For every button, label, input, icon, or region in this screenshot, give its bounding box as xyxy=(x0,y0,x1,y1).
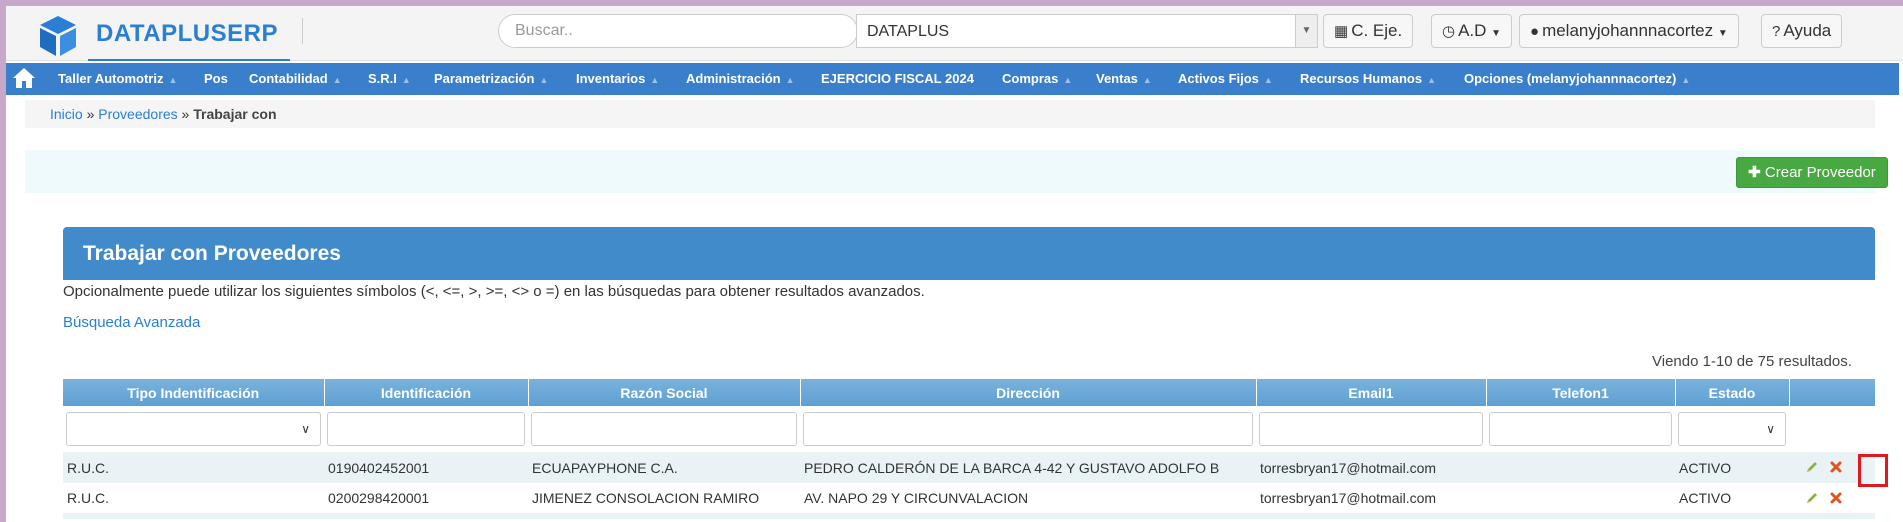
panel-title: Trabajar con Proveedores xyxy=(83,242,341,265)
nav-item-recursos-humanos[interactable]: Recursos Humanos ▲ xyxy=(1300,71,1436,86)
main-menu: Taller Automotriz ▲ Pos Contabilidad ▲ S.R… xyxy=(6,63,1899,95)
chevron-down-icon[interactable]: ▼ xyxy=(1295,15,1317,47)
panel-header: Trabajar con Proveedores xyxy=(63,227,1875,280)
help-label: Ayuda xyxy=(1783,21,1832,40)
column-header-telefono[interactable]: Telefon1 xyxy=(1486,379,1676,406)
filter-direccion-input[interactable] xyxy=(803,412,1253,446)
action-bar: ✚ Crear Proveedor xyxy=(25,150,1888,193)
company-select-value: DATAPLUS xyxy=(867,23,950,40)
brand-underline xyxy=(88,59,290,61)
suppliers-table: Tipo Indentificación Identificación Razó… xyxy=(63,379,1876,519)
chevron-down-icon: ∨ xyxy=(301,422,310,436)
brand-name[interactable]: DATAPLUSERP xyxy=(96,20,278,48)
create-supplier-button[interactable]: ✚ Crear Proveedor xyxy=(1736,157,1888,188)
table-row: R.U.C. 0200298420001 JIMENEZ CONSOLACION… xyxy=(63,483,1875,513)
filter-tipo-select[interactable]: ∨ xyxy=(66,412,321,446)
fiscal-year-label: C. Eje. xyxy=(1351,21,1403,40)
filter-empty-cell xyxy=(1789,406,1875,452)
table-header-row: Tipo Indentificación Identificación Razó… xyxy=(63,379,1876,406)
breadcrumb-section-link[interactable]: Proveedores xyxy=(98,106,177,122)
filter-row: ∨ ∨ xyxy=(63,406,1875,452)
breadcrumb-separator: » xyxy=(181,106,194,122)
pencil-icon[interactable] xyxy=(1805,460,1819,474)
nav-item-taller[interactable]: Taller Automotriz ▲ xyxy=(58,71,177,86)
filter-estado-select[interactable]: ∨ xyxy=(1678,412,1786,446)
nav-item-contabilidad[interactable]: Contabilidad ▲ xyxy=(249,71,342,86)
cell-tipo: R.U.C. xyxy=(63,483,324,513)
nav-item-ventas[interactable]: Ventas ▲ xyxy=(1096,71,1152,86)
advanced-search-link[interactable]: Búsqueda Avanzada xyxy=(63,314,200,331)
cell-telefono xyxy=(1486,452,1675,483)
cell-email: torresbryan17@hotmail.com xyxy=(1256,483,1486,513)
search-input[interactable] xyxy=(498,14,858,48)
nav-item-ejercicio-fiscal[interactable]: EJERCICIO FISCAL 2024 xyxy=(821,71,974,86)
fiscal-year-button[interactable]: ▦ C. Eje. xyxy=(1323,14,1414,48)
breadcrumb-home-link[interactable]: Inicio xyxy=(50,106,83,122)
nav-item-inventarios[interactable]: Inventarios ▲ xyxy=(576,71,659,86)
filter-identificacion-input[interactable] xyxy=(327,412,525,446)
cell-razon-social: JIMENEZ CONSOLACION RAMIRO xyxy=(528,483,800,513)
clock-icon: ◷ xyxy=(1442,23,1456,40)
cell-direccion: AV. NAPO 29 Y CIRCUNVALACION xyxy=(800,483,1256,513)
nav-item-pos[interactable]: Pos xyxy=(204,71,228,86)
cell-tipo: R.U.C. xyxy=(63,452,324,483)
help-button[interactable]: ? Ayuda xyxy=(1761,14,1843,48)
breadcrumb-current: Trabajar con xyxy=(193,106,277,122)
cell-estado: ACTIVO xyxy=(1675,483,1789,513)
column-header-actions xyxy=(1789,379,1876,406)
nav-item-sri[interactable]: S.R.I ▲ xyxy=(368,71,411,86)
cell-actions xyxy=(1789,483,1875,513)
create-supplier-label: Crear Proveedor xyxy=(1764,164,1876,181)
cell-email: torresbryan17@hotmail.com xyxy=(1256,452,1486,483)
search-hint: Opcionalmente puede utilizar los siguien… xyxy=(63,283,925,300)
nav-item-administracion[interactable]: Administración ▲ xyxy=(686,71,795,86)
header-divider xyxy=(302,18,303,44)
nav-item-activos-fijos[interactable]: Activos Fijos ▲ xyxy=(1178,71,1273,86)
nav-item-compras[interactable]: Compras ▲ xyxy=(1002,71,1072,86)
filter-email-input[interactable] xyxy=(1259,412,1483,446)
column-header-estado[interactable]: Estado xyxy=(1675,379,1790,406)
column-header-email[interactable]: Email1 xyxy=(1256,379,1487,406)
chevron-down-icon: ∨ xyxy=(1766,422,1775,436)
table-row xyxy=(63,513,1875,519)
user-menu-button[interactable]: ● melanyjohannnacortez ▼ xyxy=(1519,14,1739,48)
nav-item-opciones[interactable]: Opciones (melanyjohannnacortez) ▲ xyxy=(1464,71,1690,86)
user-icon: ● xyxy=(1530,23,1540,40)
ad-label: A.D xyxy=(1458,21,1487,40)
breadcrumb: Inicio » Proveedores » Trabajar con xyxy=(25,100,1875,128)
column-header-identificacion[interactable]: Identificación xyxy=(324,379,529,406)
user-name: melanyjohannnacortez xyxy=(1542,21,1714,40)
delete-highlight-box xyxy=(1858,454,1888,487)
home-icon[interactable] xyxy=(12,66,36,90)
column-header-tipo[interactable]: Tipo Indentificación xyxy=(63,379,325,406)
caret-down-icon: ▼ xyxy=(1491,28,1502,39)
filter-telefono-input[interactable] xyxy=(1489,412,1672,446)
results-summary: Viendo 1-10 de 75 resultados. xyxy=(1652,353,1852,370)
delete-icon[interactable] xyxy=(1829,491,1843,505)
breadcrumb-separator: » xyxy=(86,106,99,122)
caret-down-icon: ▼ xyxy=(1717,28,1728,39)
calendar-icon: ▦ xyxy=(1334,23,1349,40)
company-select[interactable]: DATAPLUS ▼ xyxy=(856,14,1318,48)
cube-logo-icon[interactable] xyxy=(36,14,80,58)
column-header-direccion[interactable]: Dirección xyxy=(800,379,1257,406)
cell-identificacion: 0190402452001 xyxy=(324,452,528,483)
column-header-razon-social[interactable]: Razón Social xyxy=(528,379,801,406)
delete-icon[interactable] xyxy=(1829,460,1843,474)
cell-identificacion: 0200298420001 xyxy=(324,483,528,513)
pencil-icon[interactable] xyxy=(1805,491,1819,505)
cell-razon-social: ECUAPAYPHONE C.A. xyxy=(528,452,800,483)
ad-dropdown-button[interactable]: ◷ A.D ▼ xyxy=(1431,14,1513,48)
cell-telefono xyxy=(1486,483,1675,513)
cell-estado: ACTIVO xyxy=(1675,452,1789,483)
filter-razon-social-input[interactable] xyxy=(531,412,797,446)
plus-icon: ✚ xyxy=(1748,164,1761,181)
cell-direccion: PEDRO CALDERÓN DE LA BARCA 4-42 Y GUSTAV… xyxy=(800,452,1256,483)
nav-item-parametrizacion[interactable]: Parametrización ▲ xyxy=(434,71,548,86)
question-circle-icon: ? xyxy=(1772,23,1781,40)
table-row: R.U.C. 0190402452001 ECUAPAYPHONE C.A. P… xyxy=(63,452,1875,483)
app-header: DATAPLUSERP DATAPLUS ▼ ▦C. Eje. ◷A.D ▼ ●… xyxy=(6,6,1903,61)
